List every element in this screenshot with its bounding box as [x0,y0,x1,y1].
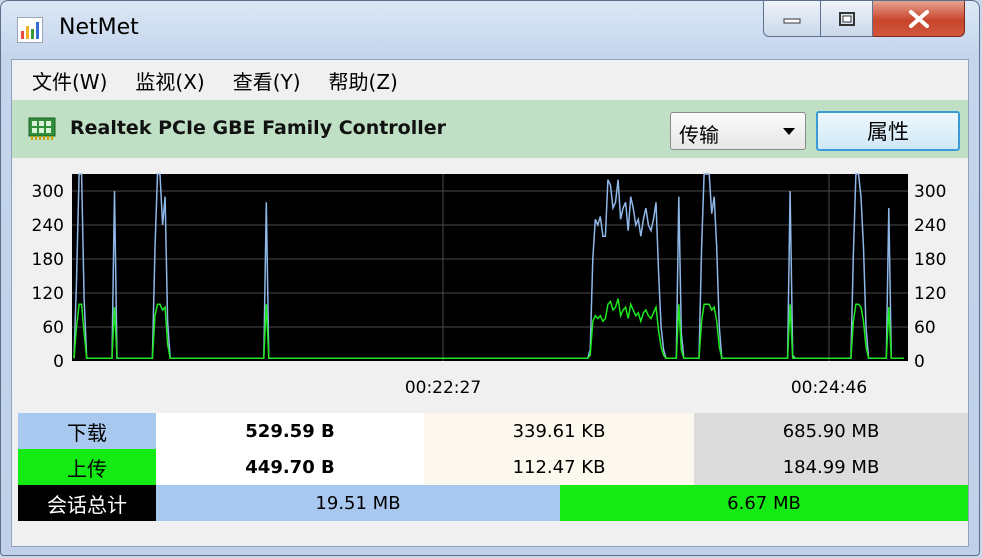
maximize-button[interactable] [821,1,873,37]
y-tick-label-right: 180 [914,250,946,270]
close-icon [908,9,929,28]
download-current: 529.59 B [156,413,424,449]
download-peak: 339.61 KB [424,413,694,449]
netmet-app-icon [17,17,43,43]
upload-total: 184.99 MB [694,449,968,485]
minimize-icon [783,18,801,23]
device-name: Realtek PCIe GBE Family Controller [70,117,447,139]
upload-row: 上传 449.70 B 112.47 KB 184.99 MB [18,449,968,485]
y-tick-label-right: 300 [914,182,946,202]
window-controls [763,1,965,37]
y-tick-label-left: 120 [32,284,64,304]
menu-monitor[interactable]: 监视(X) [121,66,218,95]
minimize-button[interactable] [763,1,821,37]
session-download: 19.51 MB [156,485,560,521]
traffic-chart-area: 300 300 240 240 180 180 120 120 60 60 0 0 00:22:27 00… [12,158,968,413]
session-upload: 6.67 MB [560,485,968,521]
mode-select[interactable]: 传输 [670,112,806,150]
window-title: NetMet [59,15,139,40]
session-row: 会话总计 19.51 MB 6.67 MB [18,485,968,521]
traffic-chart: 300 300 240 240 180 180 120 120 60 60 0 0 00:22:27 00… [32,173,946,398]
properties-button[interactable]: 属性 [816,111,960,151]
close-button[interactable] [873,1,965,37]
x-tick-label: 00:24:46 [791,378,867,398]
upload-peak: 112.47 KB [424,449,694,485]
status-bar [12,522,968,546]
download-label: 下载 [18,413,156,449]
stats-table: 下载 529.59 B 339.61 KB 685.90 MB 上传 449.7… [18,413,968,521]
title-bar[interactable]: NetMet [1,1,979,57]
session-label: 会话总计 [18,485,156,521]
device-bar: Realtek PCIe GBE Family Controller 传输 属性 [12,100,968,158]
menu-file[interactable]: 文件(W) [18,66,121,95]
y-tick-label-left: 60 [42,318,64,338]
y-tick-label-left: 300 [32,182,64,202]
y-tick-label-left: 180 [32,250,64,270]
x-tick-label: 00:22:27 [405,378,481,398]
client-area: 文件(W) 监视(X) 查看(Y) 帮助(Z) Realtek PCIe GBE… [11,59,969,547]
menu-help[interactable]: 帮助(Z) [315,66,412,95]
app-window: NetMet 文件(W) 监视(X) 查看(Y) 帮助(Z) Realtek P… [0,0,980,556]
upload-current: 449.70 B [156,449,424,485]
menu-view[interactable]: 查看(Y) [219,66,315,95]
upload-label: 上传 [18,449,156,485]
y-tick-label-left: 0 [53,352,64,372]
dropdown-arrow-icon [783,128,795,135]
y-tick-label-right: 60 [914,318,936,338]
y-tick-label-right: 0 [914,352,925,372]
mode-select-value: 传输 [679,123,719,147]
maximize-icon [838,11,855,26]
y-tick-label-right: 240 [914,216,946,236]
y-tick-label-left: 240 [32,216,64,236]
y-tick-label-right: 120 [914,284,946,304]
network-card-icon [28,117,56,140]
download-total: 685.90 MB [694,413,968,449]
menu-bar: 文件(W) 监视(X) 查看(Y) 帮助(Z) [12,60,968,100]
chart-plot-background [72,174,908,361]
download-row: 下载 529.59 B 339.61 KB 685.90 MB [18,413,968,449]
